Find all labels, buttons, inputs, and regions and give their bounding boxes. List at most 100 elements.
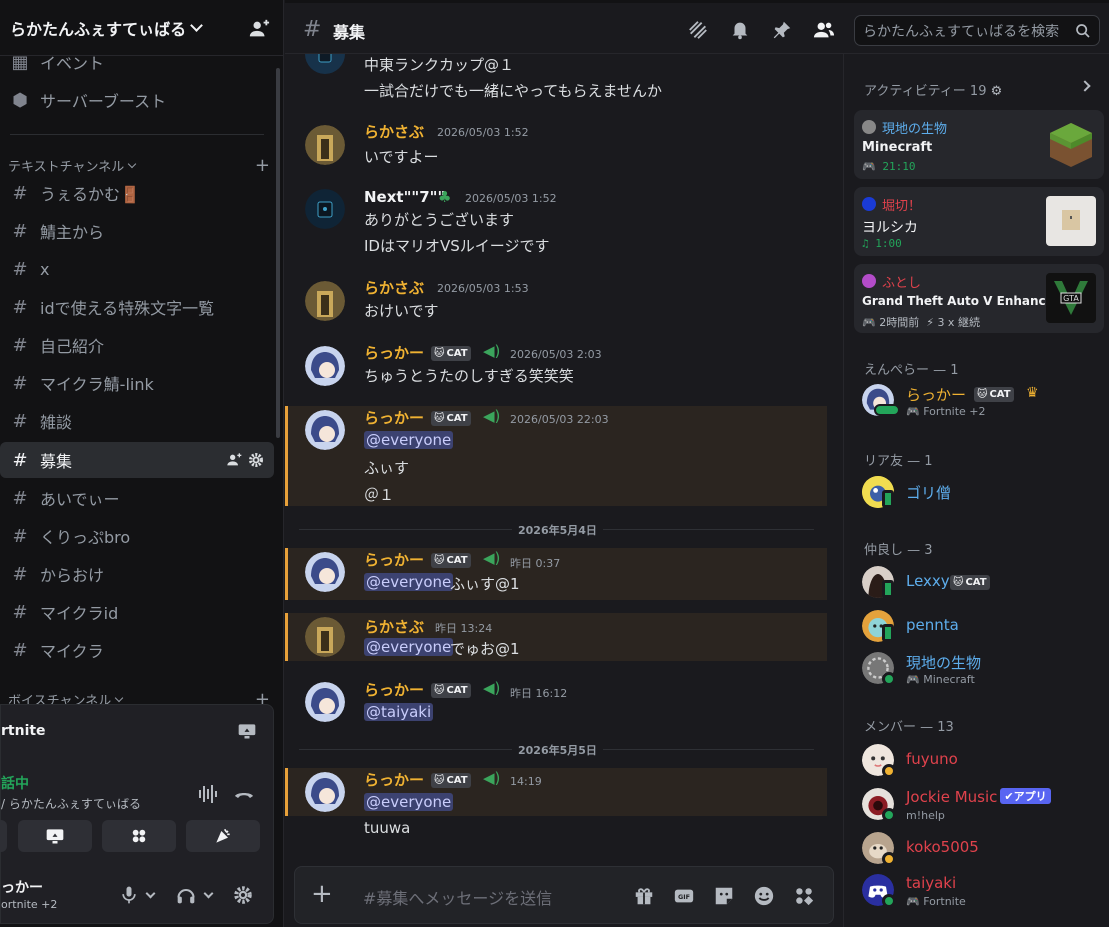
- attach-plus-icon[interactable]: +: [311, 881, 333, 907]
- gif-icon[interactable]: GIF: [673, 885, 695, 907]
- speaker-icon: ◀): [483, 549, 501, 567]
- activity-card[interactable]: ふとし Grand Theft Auto V Enhanc... 🎮 2時間前 …: [854, 264, 1104, 333]
- avatar[interactable]: [305, 346, 345, 386]
- channel-clip[interactable]: # くりっぷbro: [0, 518, 276, 554]
- message-author[interactable]: らっかー: [364, 407, 424, 428]
- invite-user-icon[interactable]: [226, 452, 242, 468]
- member-list-icon[interactable]: [813, 19, 835, 41]
- member-item[interactable]: らっかー 🐱 CAT ♛ 🎮 Fortnite +2: [862, 384, 1102, 424]
- message-author[interactable]: Next""7"": [364, 188, 445, 206]
- chevron-down-icon[interactable]: [145, 888, 156, 898]
- online-status-icon: [882, 894, 896, 908]
- member-item[interactable]: taiyaki 🎮 Fortnite: [862, 874, 1102, 914]
- channel-minecraft-link[interactable]: # マイクラ鯖-link: [0, 365, 276, 401]
- current-user-name[interactable]: っかー: [1, 877, 43, 897]
- sticker-icon[interactable]: [713, 885, 735, 907]
- message-composer[interactable]: + #募集へメッセージを送信 GIF: [294, 866, 834, 924]
- bell-icon[interactable]: [729, 19, 751, 41]
- pin-icon[interactable]: [771, 19, 793, 41]
- channel-label: くりっぷbro: [40, 528, 131, 547]
- apps-icon[interactable]: [793, 885, 815, 907]
- channel-minecraft[interactable]: # マイクラ: [0, 632, 276, 668]
- member-item[interactable]: pennta: [862, 610, 1102, 650]
- share-screen-button[interactable]: [18, 820, 92, 852]
- disconnect-icon[interactable]: [233, 783, 255, 805]
- channel-intro[interactable]: # 自己紹介: [0, 327, 276, 363]
- headphone-control[interactable]: [175, 885, 216, 905]
- message-author[interactable]: らかさぶ: [364, 121, 424, 142]
- channel-x[interactable]: # x: [0, 251, 276, 287]
- member-item[interactable]: ゴリ僧: [862, 476, 1102, 516]
- voice-action-button[interactable]: [0, 820, 7, 852]
- avatar[interactable]: [305, 552, 345, 592]
- channel-minecraft-id[interactable]: # マイクラid: [0, 594, 276, 630]
- threads-icon[interactable]: [687, 19, 709, 41]
- channel-id-chars[interactable]: # idで使える特殊文字一覧: [0, 289, 276, 325]
- channel-recruit[interactable]: # 募集: [0, 442, 274, 478]
- invite-user-icon[interactable]: [248, 18, 270, 40]
- soundboard-button[interactable]: [186, 820, 260, 852]
- activities-button[interactable]: [102, 820, 176, 852]
- sidebar-scrollbar[interactable]: [276, 68, 280, 438]
- avatar[interactable]: [305, 682, 345, 722]
- avatar[interactable]: [305, 54, 345, 74]
- gear-icon[interactable]: [248, 452, 264, 468]
- member-item[interactable]: koko5005: [862, 832, 1102, 872]
- member-item[interactable]: Lexxy 🐱 CAT: [862, 566, 1102, 606]
- mention-everyone[interactable]: @everyone: [364, 431, 454, 449]
- member-item[interactable]: Jockie Music ✔アプリ m!help: [862, 788, 1102, 828]
- message-author[interactable]: らっかー: [364, 549, 424, 570]
- avatar[interactable]: [305, 281, 345, 321]
- message-author[interactable]: らっかー: [364, 769, 424, 790]
- mic-control[interactable]: [119, 885, 158, 905]
- badge-label: CAT: [446, 555, 468, 566]
- mention-everyone[interactable]: @everyone: [364, 573, 454, 591]
- channel-id[interactable]: # あいでぃー: [0, 480, 276, 516]
- member-name: koko5005: [906, 838, 979, 856]
- activity-time-value: 21:10: [882, 160, 916, 173]
- headphones-icon[interactable]: [175, 885, 197, 905]
- message-timestamp: 2026/05/03 1:52: [437, 126, 529, 139]
- member-item[interactable]: fuyuno: [862, 744, 1102, 784]
- channel-karaoke[interactable]: # からおけ: [0, 556, 276, 592]
- avatar[interactable]: [305, 410, 345, 450]
- message-author[interactable]: らっかー: [364, 679, 424, 700]
- mention-user[interactable]: @taiyaki: [364, 703, 434, 721]
- message-author[interactable]: らかさぶ: [364, 277, 424, 298]
- category-text-channels[interactable]: テキストチャンネル +: [8, 155, 270, 176]
- chevron-down-icon: [127, 159, 137, 169]
- add-channel-icon[interactable]: +: [255, 155, 270, 176]
- sidebar-item-events[interactable]: ▦ イベント: [0, 44, 276, 80]
- channel-welcome[interactable]: # うぇるかむ🚪: [0, 175, 276, 211]
- search-input[interactable]: らかたんふぇすてぃばるを検索: [854, 15, 1100, 46]
- message-author[interactable]: らっかー: [364, 342, 424, 363]
- microphone-icon[interactable]: [119, 885, 139, 905]
- emoji-icon[interactable]: [753, 885, 775, 907]
- voice-channel-name[interactable]: / らかたんふぇすてぃばる: [1, 795, 141, 812]
- member-item[interactable]: 現地の生物 🎮 Minecraft: [862, 652, 1102, 692]
- chevron-right-icon[interactable]: [1079, 80, 1091, 92]
- activity-header[interactable]: アクティビティー 19 ⚙: [864, 80, 1002, 99]
- sidebar-item-server-boost[interactable]: ⬢ サーバーブースト: [0, 82, 276, 118]
- soundwave-icon[interactable]: [197, 783, 219, 805]
- avatar[interactable]: [305, 125, 345, 165]
- badge-label: CAT: [446, 348, 468, 359]
- activity-card[interactable]: 堀切！ ヨルシカ ♫ 1:00: [854, 187, 1104, 256]
- channel-owner[interactable]: # 鯖主から: [0, 213, 276, 249]
- avatar[interactable]: [305, 617, 345, 657]
- hash-icon: #: [12, 525, 28, 547]
- message-timestamp: 2026/05/03 22:03: [510, 413, 609, 426]
- user-settings-gear-icon[interactable]: [233, 885, 253, 905]
- message-author[interactable]: らかさぶ: [364, 616, 424, 637]
- chevron-down-icon[interactable]: [203, 888, 214, 898]
- mention-everyone[interactable]: @everyone: [364, 793, 454, 811]
- mention-everyone[interactable]: @everyone: [364, 638, 454, 656]
- channel-chat[interactable]: # 雑談: [0, 403, 276, 439]
- activity-time: 🎮 2時間前 ⚡ 3 x 継続: [862, 314, 980, 330]
- gift-icon[interactable]: [633, 885, 655, 907]
- avatar[interactable]: [305, 772, 345, 812]
- screen-share-icon[interactable]: [237, 721, 257, 741]
- gear-icon[interactable]: ⚙: [991, 84, 1003, 99]
- avatar[interactable]: [305, 189, 345, 229]
- activity-card[interactable]: 現地の生物 Minecraft 🎮 21:10: [854, 110, 1104, 179]
